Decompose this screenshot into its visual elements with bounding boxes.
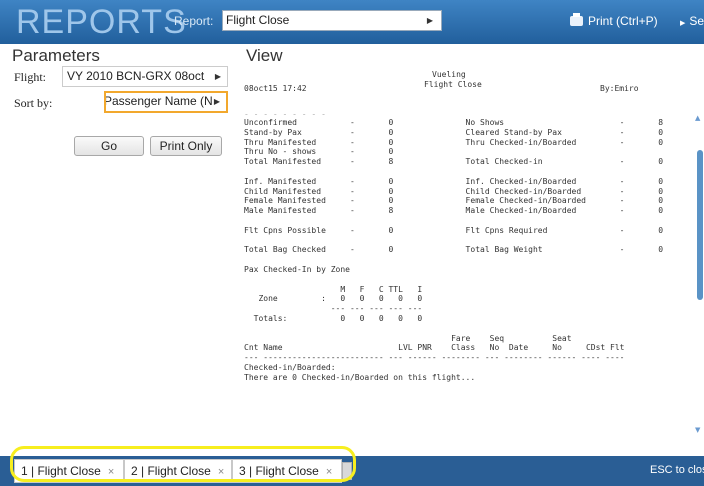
report-name: Flight Close: [424, 80, 482, 89]
scroll-up-icon[interactable]: ▲: [695, 114, 700, 122]
report-line: Inf. Manifested - 0 Inf. Checked-in/Boar…: [244, 176, 664, 186]
top-bar: REPORTS Report: Flight Close ▶ Print (Ct…: [0, 0, 704, 44]
report-line: Totals: 0 0 0 0 0: [244, 314, 423, 323]
report-line: Female Manifested - 0 Female Checked-in/…: [244, 196, 664, 206]
report-select[interactable]: Flight Close ▶: [222, 10, 442, 31]
report-select-value: Flight Close: [226, 13, 290, 27]
chevron-right-icon: ▶: [426, 16, 433, 25]
settings-button-label: Se: [689, 14, 704, 28]
report-by: By:Emiro: [600, 84, 639, 93]
flight-select-value: VY 2010 BCN-GRX 08oct: [67, 69, 205, 83]
scroll-down-icon[interactable]: ▼: [695, 426, 700, 434]
chevron-right-icon: ▶: [211, 93, 220, 110]
report-line: Male Manifested - 8 Male Checked-in/Boar…: [244, 206, 664, 216]
print-button[interactable]: Print (Ctrl+P): [570, 13, 658, 28]
print-only-button[interactable]: Print Only: [150, 136, 222, 156]
report-line: Flt Cpns Possible - 0 Flt Cpns Required …: [244, 225, 664, 235]
tab-label: 1 | Flight Close: [21, 464, 101, 478]
tab-flight-close-1[interactable]: 1 | Flight Close ×: [14, 459, 124, 483]
report-line: M F C TTL I: [244, 284, 423, 294]
report-line: Thru Manifested - 0 Thru Checked-in/Boar…: [244, 137, 664, 147]
tab-flight-close-3[interactable]: 3 | Flight Close ×: [232, 459, 342, 483]
report-line: Fare Seq Seat: [244, 333, 572, 343]
sort-by-select[interactable]: Passenger Name (N) ▶: [104, 91, 228, 113]
view-title: View: [246, 46, 283, 65]
go-button[interactable]: Go: [74, 136, 144, 156]
sort-by-select-value: Passenger Name (N): [104, 94, 217, 108]
chevron-right-icon: ▶: [214, 72, 221, 81]
report-line: Checked-in/Boarded:: [244, 363, 336, 372]
sort-by-label: Sort by:: [14, 96, 53, 110]
flight-select[interactable]: VY 2010 BCN-GRX 08oct ▶: [62, 66, 228, 87]
report-line: Total Bag Checked - 0 Total Bag Weight -…: [244, 245, 664, 255]
report-line: Zone : 0 0 0 0 0: [244, 294, 423, 304]
close-icon[interactable]: ×: [326, 466, 332, 478]
parameters-title: Parameters: [12, 46, 100, 65]
flight-label: Flight:: [14, 70, 47, 84]
tab-label: 3 | Flight Close: [239, 464, 319, 478]
new-tab-button[interactable]: [342, 462, 352, 480]
report-truncated-line: - - - - - - - - -: [244, 110, 326, 115]
report-label: Report:: [174, 14, 214, 28]
report-line: There are 0 Checked-in/Boarded on this f…: [244, 372, 476, 382]
print-button-label: Print (Ctrl+P): [588, 14, 658, 28]
app-title: REPORTS: [16, 3, 187, 41]
printer-icon: [570, 13, 583, 26]
report-line: --- ------------------------- --- ------…: [244, 353, 625, 363]
settings-button[interactable]: ▶ Se: [680, 14, 704, 28]
report-line: Child Manifested - 0 Child Checked-in/Bo…: [244, 186, 664, 196]
report-line: Stand-by Pax - 0 Cleared Stand-by Pax - …: [244, 127, 664, 137]
tab-flight-close-2[interactable]: 2 | Flight Close ×: [124, 459, 232, 483]
scrollbar-thumb[interactable]: [697, 150, 703, 300]
report-line: Pax Checked-In by Zone: [244, 265, 350, 274]
esc-to-close-hint: ESC to close: [650, 464, 704, 476]
report-line: Cnt Name LVL PNR Class No Date No CDst F…: [244, 343, 625, 353]
chevron-right-icon: ▶: [680, 20, 686, 27]
report-line: --- --- --- --- ---: [244, 304, 423, 314]
report-airline: Vueling: [432, 70, 466, 79]
report-line: Unconfirmed - 0 No Shows - 8: [244, 118, 664, 127]
close-icon[interactable]: ×: [108, 466, 114, 478]
report-line: Thru No - shows - 0: [244, 147, 394, 157]
report-line: Total Manifested - 8 Total Checked-in - …: [244, 157, 664, 167]
close-icon[interactable]: ×: [218, 466, 224, 478]
report-datetime: 08oct15 17:42: [244, 84, 307, 93]
tab-label: 2 | Flight Close: [131, 464, 211, 478]
